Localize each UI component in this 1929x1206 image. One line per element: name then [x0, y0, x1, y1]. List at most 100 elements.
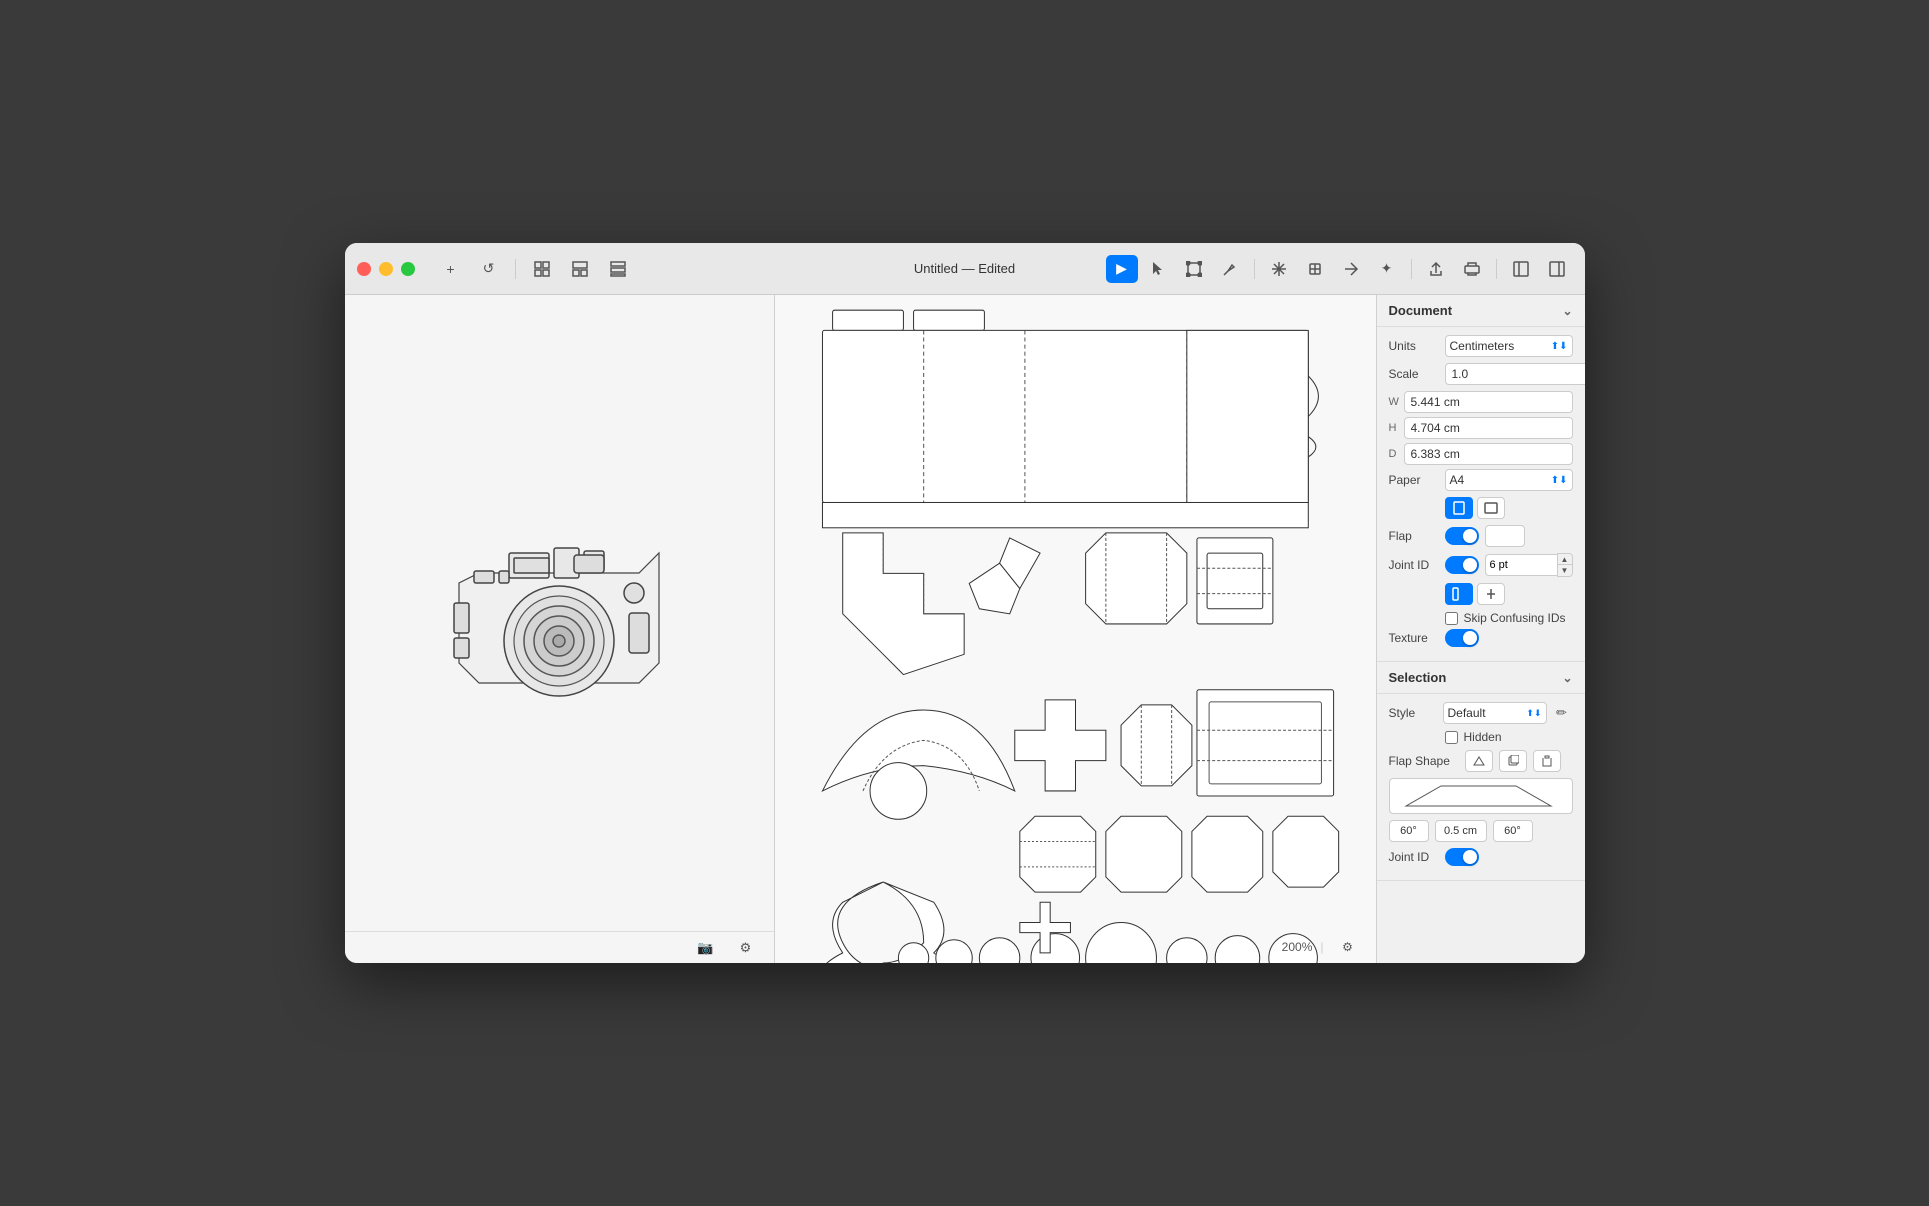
cursor-tool[interactable] — [1142, 255, 1174, 283]
selection-joint-id-label: Joint ID — [1389, 850, 1439, 864]
toolbar-separator-2 — [1254, 259, 1255, 279]
flap-shape-triangle-button[interactable] — [1465, 750, 1493, 772]
share-button[interactable] — [1420, 255, 1452, 283]
height-row: H — [1389, 417, 1573, 439]
flap-width[interactable]: 0.5 cm — [1435, 820, 1487, 842]
grid1-button[interactable] — [526, 255, 558, 283]
document-section-content: Units Centimeters ⬆⬇ Scale W — [1377, 327, 1585, 662]
scale-row: Scale — [1389, 363, 1573, 385]
joint-id-down-button[interactable]: ▼ — [1558, 565, 1572, 576]
texture-label: Texture — [1389, 631, 1439, 645]
print-button[interactable] — [1456, 255, 1488, 283]
scale-input[interactable] — [1445, 363, 1585, 385]
toolbar-separator-4 — [1496, 259, 1497, 279]
flap-angle2[interactable]: 60° — [1493, 820, 1533, 842]
main-content: 📷 ⚙ — [345, 295, 1585, 963]
view1-button[interactable] — [1505, 255, 1537, 283]
flap-toggle[interactable] — [1445, 527, 1479, 545]
depth-input[interactable] — [1404, 443, 1573, 465]
anchor3-button[interactable] — [1335, 255, 1367, 283]
magic-button[interactable]: ✦ — [1371, 255, 1403, 283]
joint-id-style2-button[interactable] — [1477, 583, 1505, 605]
preview-footer: 📷 ⚙ — [345, 931, 774, 963]
selection-section-content: Style Default ⬆⬇ ✏ Hidden Flap Shape — [1377, 694, 1585, 881]
zoom-settings-button[interactable]: ⚙ — [1332, 933, 1364, 961]
hidden-label: Hidden — [1464, 730, 1502, 744]
landscape-button[interactable] — [1477, 497, 1505, 519]
joint-id-toggle[interactable] — [1445, 556, 1479, 574]
style-edit-button[interactable]: ✏ — [1551, 702, 1573, 724]
toolbar-separator-3 — [1411, 259, 1412, 279]
paper-label: Paper — [1389, 473, 1439, 487]
flap-color[interactable] — [1485, 525, 1525, 547]
joint-id-label: Joint ID — [1389, 558, 1439, 572]
grid2-button[interactable] — [564, 255, 596, 283]
joint-id-input[interactable] — [1485, 554, 1557, 576]
depth-row: D — [1389, 443, 1573, 465]
3d-preview-canvas[interactable] — [345, 295, 774, 931]
texture-row: Texture — [1389, 629, 1573, 647]
patterns-panel[interactable]: 200% | ⚙ — [775, 295, 1377, 963]
window-title: Untitled — Edited — [914, 261, 1015, 276]
titlebar: + ↺ Untitled — Edited ▶ — [345, 243, 1585, 295]
joint-id-up-button[interactable]: ▲ — [1558, 554, 1572, 565]
flap-shape-header-row: Flap Shape — [1389, 750, 1573, 772]
width-input[interactable] — [1404, 391, 1573, 413]
height-input[interactable] — [1404, 417, 1573, 439]
flap-angles-row: 60° 0.5 cm 60° — [1389, 820, 1573, 842]
joint-id-spinner-buttons: ▲ ▼ — [1557, 553, 1573, 577]
width-row: W — [1389, 391, 1573, 413]
texture-toggle[interactable] — [1445, 629, 1479, 647]
transform-tool[interactable] — [1178, 255, 1210, 283]
selection-section-title: Selection — [1389, 670, 1447, 685]
close-button[interactable] — [357, 262, 371, 276]
hidden-checkbox[interactable] — [1445, 731, 1458, 744]
height-label: H — [1389, 422, 1400, 434]
selection-chevron-icon: ⌄ — [1562, 671, 1572, 685]
portrait-button[interactable] — [1445, 497, 1473, 519]
refresh-button[interactable]: ↺ — [473, 255, 505, 283]
selection-section-header[interactable]: Selection ⌄ — [1377, 662, 1585, 694]
main-window: + ↺ Untitled — Edited ▶ — [345, 243, 1585, 963]
depth-label: D — [1389, 448, 1400, 460]
settings-footer-button[interactable]: ⚙ — [730, 934, 762, 962]
camera-illustration — [419, 493, 699, 733]
hidden-row: Hidden — [1445, 730, 1573, 744]
document-section-header[interactable]: Document ⌄ — [1377, 295, 1585, 327]
view2-button[interactable] — [1541, 255, 1573, 283]
flap-angle1[interactable]: 60° — [1389, 820, 1429, 842]
orientation-row — [1445, 497, 1573, 519]
minimize-button[interactable] — [379, 262, 393, 276]
paper-select[interactable]: A4 ⬆⬇ — [1445, 469, 1573, 491]
camera-icon-button[interactable]: 📷 — [690, 934, 722, 962]
flap-shape-preview[interactable] — [1389, 778, 1573, 814]
add-button[interactable]: + — [435, 255, 467, 283]
flap-shape-paste-button[interactable] — [1533, 750, 1561, 772]
scale-label: Scale — [1389, 367, 1439, 381]
joint-id-icons-row — [1445, 583, 1573, 605]
anchor1-button[interactable] — [1263, 255, 1295, 283]
preview-panel: 📷 ⚙ — [345, 295, 775, 963]
grid3-button[interactable] — [602, 255, 634, 283]
maximize-button[interactable] — [401, 262, 415, 276]
units-select[interactable]: Centimeters ⬆⬇ — [1445, 335, 1573, 357]
pen-tool[interactable] — [1214, 255, 1246, 283]
style-value: Default — [1448, 706, 1527, 720]
flap-shape-preview-container — [1389, 778, 1573, 814]
paper-row: Paper A4 ⬆⬇ — [1389, 469, 1573, 491]
joint-id-style1-button[interactable] — [1445, 583, 1473, 605]
anchor2-button[interactable] — [1299, 255, 1331, 283]
play-button[interactable]: ▶ — [1106, 255, 1138, 283]
flap-shape-copy-button[interactable] — [1499, 750, 1527, 772]
patterns-footer: 200% | ⚙ — [1270, 931, 1376, 963]
flap-row: Flap — [1389, 525, 1573, 547]
traffic-lights — [357, 262, 415, 276]
style-select[interactable]: Default ⬆⬇ — [1443, 702, 1547, 724]
style-arrows-icon: ⬆⬇ — [1526, 708, 1541, 719]
flap-label: Flap — [1389, 529, 1439, 543]
flap-shape-label: Flap Shape — [1389, 754, 1459, 768]
skip-confusing-checkbox[interactable] — [1445, 612, 1458, 625]
footer-separator: | — [1320, 940, 1323, 954]
selection-joint-id-toggle[interactable] — [1445, 848, 1479, 866]
skip-confusing-row: Skip Confusing IDs — [1445, 611, 1573, 625]
